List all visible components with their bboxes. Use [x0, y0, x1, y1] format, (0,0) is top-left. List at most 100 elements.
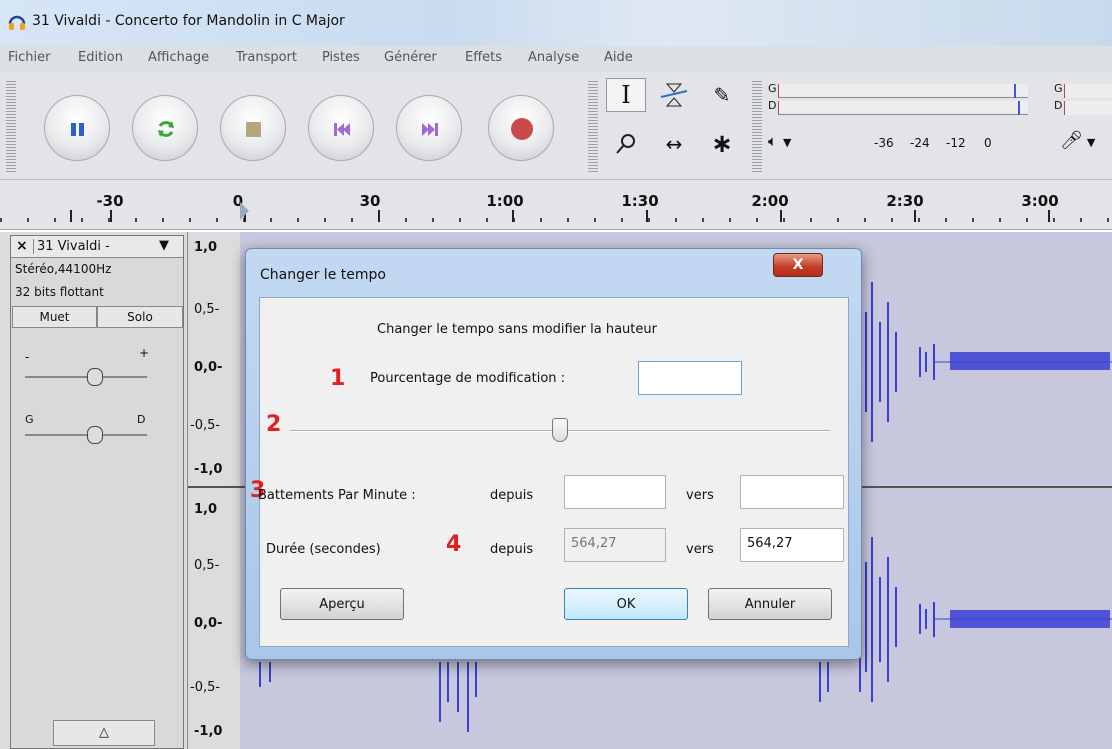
skip-start-icon — [334, 123, 350, 136]
title-bar: 31 Vivaldi - Concerto for Mandolin in C … — [0, 0, 1112, 46]
menu-effets[interactable]: Effets — [465, 50, 502, 65]
collapse-track-button[interactable]: △ — [53, 720, 155, 746]
track-format: Stéréo,44100Hz — [15, 262, 112, 276]
menu-affichage[interactable]: Affichage — [148, 50, 209, 65]
pencil-icon: ✎ — [713, 83, 731, 107]
playback-meter[interactable]: G D — [766, 82, 1036, 118]
rec-meter-left-label: G — [1054, 82, 1063, 95]
gain-slider-thumb[interactable] — [87, 368, 103, 386]
selection-tool[interactable]: I — [606, 78, 646, 112]
gain-slider-track — [25, 376, 147, 378]
bpm-to-label: vers — [686, 488, 714, 503]
audacity-headphones-icon — [8, 13, 26, 31]
duration-label: Durée (secondes) — [266, 542, 381, 557]
stop-button[interactable] — [220, 95, 286, 161]
ruler-label: 1:00 — [486, 192, 524, 210]
triangle-up-icon: △ — [99, 725, 109, 740]
meter-scale-36: -36 — [874, 136, 894, 150]
scale-bottom-1: 1,0 — [194, 502, 218, 517]
menu-transport[interactable]: Transport — [236, 50, 297, 65]
menu-bar: Fichier Edition Affichage Transport Pist… — [0, 46, 1112, 72]
zoom-tool[interactable] — [606, 127, 646, 161]
dialog-close-button[interactable]: X — [773, 253, 823, 277]
meter-scale-0: 0 — [984, 136, 992, 150]
ruler-label: 2:00 — [751, 192, 789, 210]
menu-fichier[interactable]: Fichier — [8, 50, 51, 65]
menu-edition[interactable]: Edition — [78, 50, 123, 65]
toolbar-grip[interactable] — [6, 80, 16, 172]
close-track-icon[interactable]: × — [16, 238, 28, 254]
envelope-tool[interactable] — [654, 78, 694, 112]
bpm-to-input[interactable] — [740, 475, 844, 509]
ruler-label: 3:00 — [1021, 192, 1059, 210]
window-title: 31 Vivaldi - Concerto for Mandolin in C … — [32, 13, 345, 29]
ruler-label: 30 — [359, 192, 381, 210]
change-tempo-dialog: Changer le tempo X Changer le tempo sans… — [245, 248, 862, 660]
preview-button[interactable]: Aperçu — [280, 588, 404, 620]
speaker-icon: 🔈︎ — [768, 132, 778, 150]
gain-minus-label: - — [25, 350, 30, 364]
ruler-label: -30 — [96, 192, 124, 210]
track-menu-chevron-icon[interactable]: ▼ — [159, 238, 169, 253]
ok-button[interactable]: OK — [564, 588, 688, 620]
pan-slider-thumb[interactable] — [87, 426, 103, 444]
tempo-slider-thumb[interactable] — [552, 418, 568, 442]
bpm-from-input[interactable] — [564, 475, 666, 509]
bpm-from-label: depuis — [490, 488, 534, 503]
double-arrow-icon: ↔ — [665, 132, 683, 156]
track-name[interactable]: 31 Vivaldi - — [33, 239, 110, 254]
scale-bottom-0: 0,0- — [194, 616, 223, 631]
percent-label: Pourcentage de modification : — [370, 371, 566, 386]
tools-grip[interactable] — [588, 80, 598, 172]
play-head-marker[interactable] — [240, 202, 249, 220]
duration-from-label: depuis — [490, 542, 534, 557]
skip-start-button[interactable] — [308, 95, 374, 161]
timeline-ruler[interactable]: -30 0 30 1:00 1:30 2:00 2:30 3:00 — [0, 180, 1112, 230]
duration-from-input: 564,27 — [564, 528, 666, 562]
scale-top-0: 0,0- — [194, 360, 223, 375]
pause-button[interactable] — [44, 95, 110, 161]
amplitude-scale: 1,0 0,5- 0,0- -0,5- -1,0 1,0 0,5- 0,0- -… — [188, 232, 240, 749]
meter-scale-24: -24 — [910, 136, 930, 150]
pause-icon — [71, 123, 84, 136]
loop-play-button[interactable] — [132, 95, 198, 161]
marker-1: 1 — [330, 366, 346, 391]
microphone-dropdown[interactable]: 🎤︎ ▼ — [1060, 130, 1112, 160]
meter-right-label: D — [768, 99, 777, 112]
envelope-icon — [660, 83, 688, 107]
record-button[interactable] — [488, 95, 554, 161]
asterisk-icon: ∗ — [711, 129, 733, 159]
scale-bottom-05: 0,5- — [194, 558, 220, 573]
menu-pistes[interactable]: Pistes — [322, 50, 360, 65]
speaker-dropdown[interactable]: 🔈︎ ▼ — [768, 132, 816, 160]
chevron-down-icon: ▼ — [783, 136, 792, 149]
skip-end-button[interactable] — [396, 95, 462, 161]
mic-chevron-down-icon: ▼ — [1086, 136, 1096, 149]
menu-generer[interactable]: Générer — [384, 50, 437, 65]
solo-button[interactable]: Solo — [97, 306, 183, 328]
microphone-icon: 🎤︎ — [1060, 130, 1083, 151]
close-icon: X — [792, 257, 804, 273]
draw-tool[interactable]: ✎ — [702, 78, 742, 112]
percent-input[interactable] — [638, 361, 742, 395]
scale-bottom-m1: -1,0 — [194, 724, 223, 739]
marker-4: 4 — [446, 532, 462, 557]
pan-slider-track — [25, 434, 147, 436]
record-icon — [511, 118, 533, 140]
menu-aide[interactable]: Aide — [604, 50, 633, 65]
scale-top-1: 1,0 — [194, 240, 218, 255]
menu-analyse[interactable]: Analyse — [528, 50, 579, 65]
gain-plus-label: + — [139, 346, 150, 360]
bpm-label: Battements Par Minute : — [258, 488, 416, 503]
time-shift-tool[interactable]: ↔ — [654, 127, 694, 161]
record-meter[interactable]: G D — [1040, 82, 1112, 118]
cancel-button[interactable]: Annuler — [708, 588, 832, 620]
meter-grip[interactable] — [752, 80, 762, 172]
loop-play-icon — [158, 121, 174, 137]
dialog-heading: Changer le tempo sans modifier la hauteu… — [377, 322, 657, 337]
track-controls: × 31 Vivaldi - ▼ Stéréo,44100Hz 32 bits … — [10, 235, 184, 749]
multi-tool[interactable]: ∗ — [702, 127, 742, 161]
scale-top-05: 0,5- — [194, 302, 220, 317]
duration-to-input[interactable]: 564,27 — [740, 528, 844, 562]
mute-button[interactable]: Muet — [12, 306, 97, 328]
